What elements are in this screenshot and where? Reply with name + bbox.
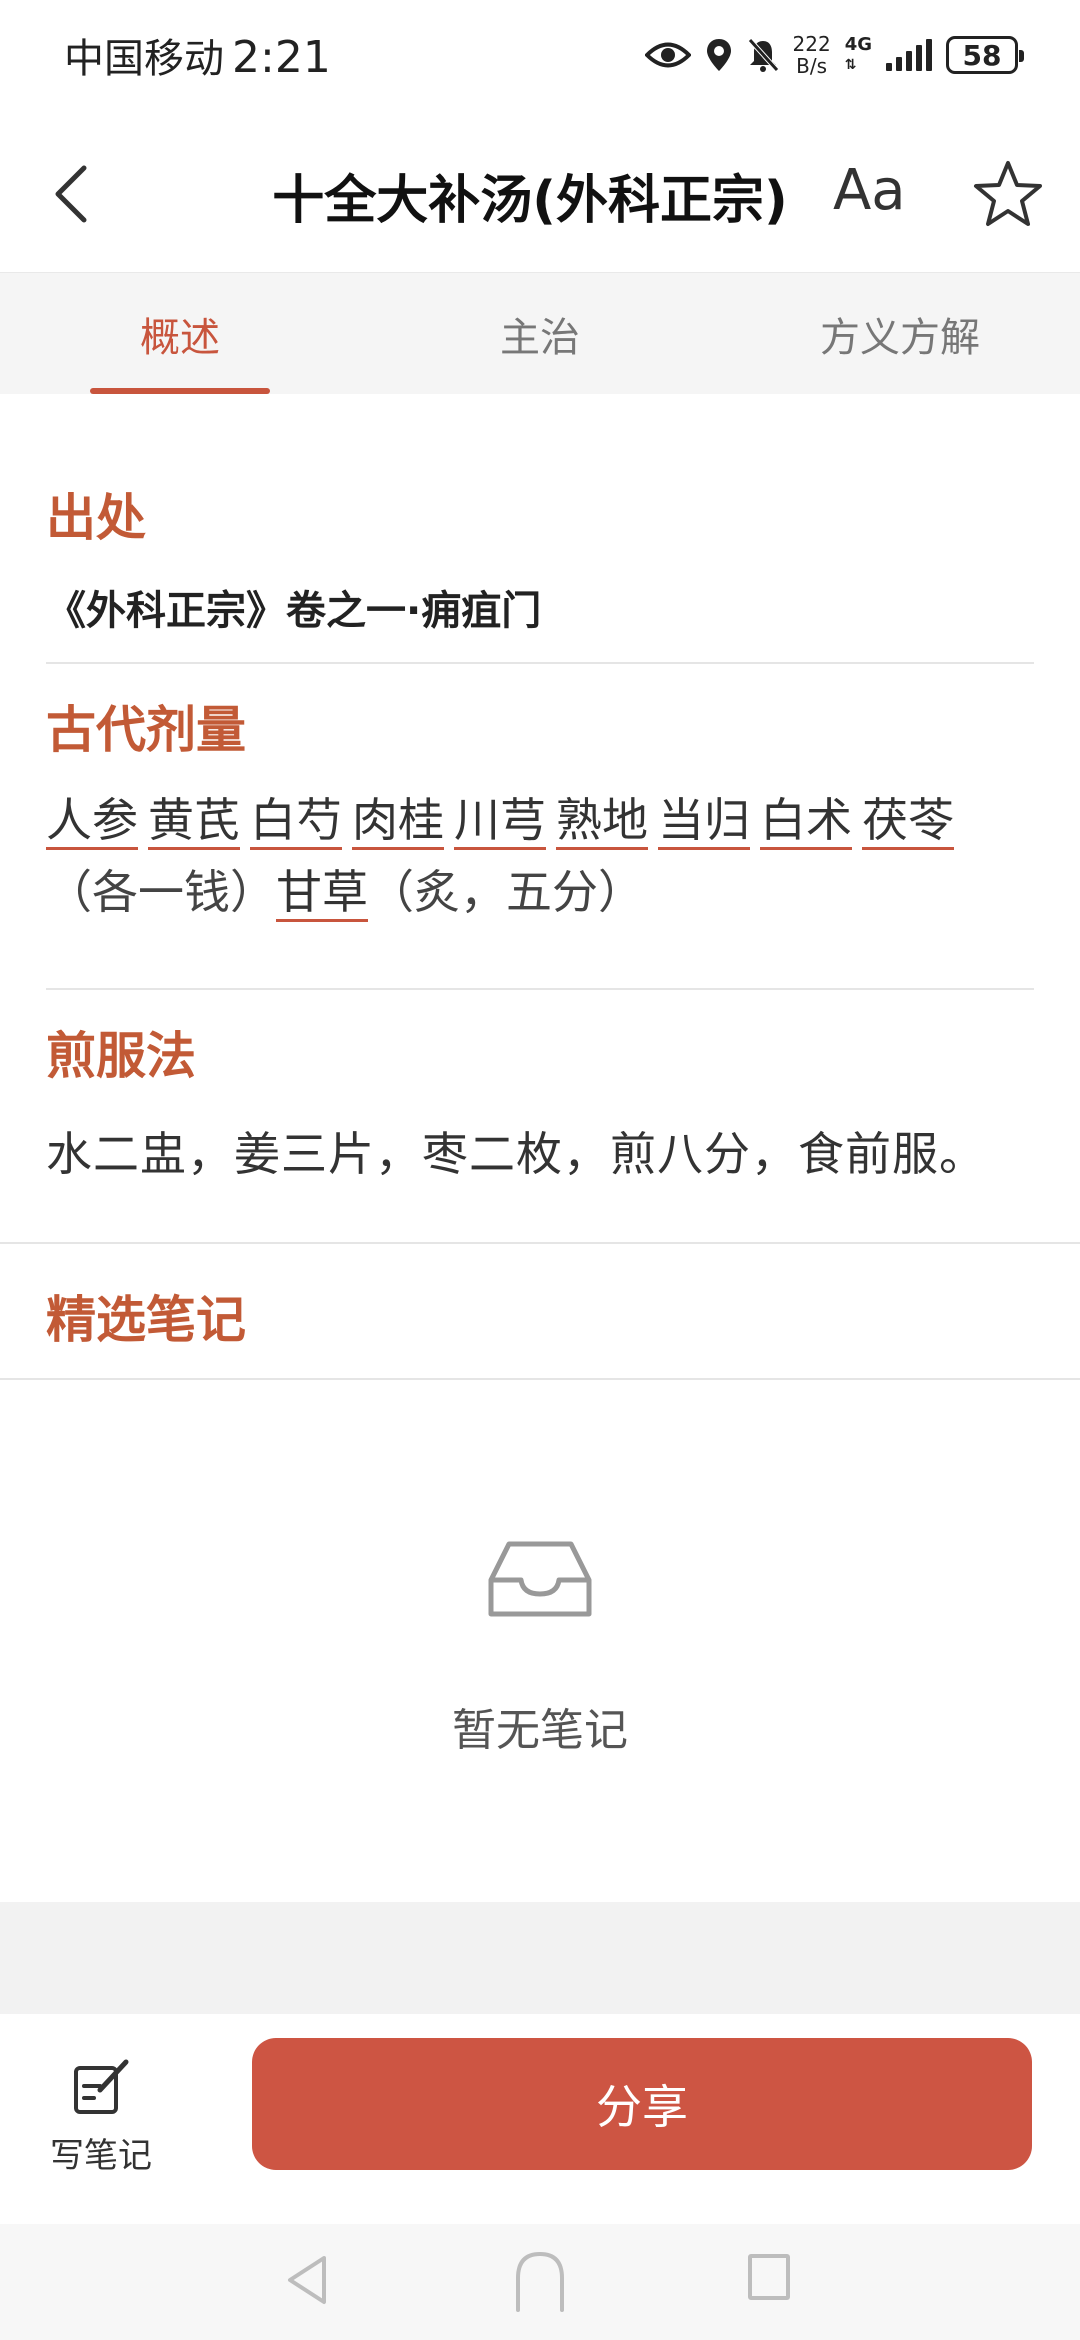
source-text: 《外科正宗》卷之一·痈疽门 xyxy=(46,588,542,634)
bottom-action-bar: 写笔记 分享 xyxy=(0,2014,1080,2224)
dosage-title: 古代剂量 xyxy=(46,701,246,759)
page-title: 十全大补汤(外科正宗) xyxy=(0,158,1080,233)
tab-formula-explanation[interactable]: 方义方解 xyxy=(720,273,1080,394)
data-arrows-icon: ⇅ xyxy=(844,57,857,73)
nav-recent-apps-icon[interactable] xyxy=(748,2254,790,2300)
method-section: 煎服法 水二盅，姜三片，枣二枚，煎八分，食前服。 xyxy=(46,1016,1034,1184)
empty-notes-text: 暂无笔记 xyxy=(452,1705,628,1756)
network-label: 4G xyxy=(844,34,872,55)
status-left: 中国移动 2:21 xyxy=(64,26,331,84)
location-icon xyxy=(706,39,731,71)
write-note-icon xyxy=(74,2059,129,2114)
net-speed-value: 222 xyxy=(792,32,831,56)
tab-overview[interactable]: 概述 xyxy=(0,273,360,394)
write-note-label: 写笔记 xyxy=(50,2136,152,2176)
spacer xyxy=(0,1902,1080,2014)
divider xyxy=(0,1242,1080,1244)
battery-icon: 58 xyxy=(946,36,1024,74)
share-button[interactable]: 分享 xyxy=(252,2038,1032,2170)
status-bar: 中国移动 2:21 222 B/s 4G ⇅ 58 xyxy=(0,0,1080,110)
carrier-name: 中国移动 xyxy=(64,36,224,82)
net-speed-unit: B/s xyxy=(796,54,828,78)
divider xyxy=(0,1378,1080,1380)
font-size-button[interactable]: Aa xyxy=(833,158,906,223)
dosage-note: （炙，五分） xyxy=(368,865,644,919)
herb-link[interactable]: 肉桂 xyxy=(352,793,444,850)
divider xyxy=(46,988,1034,990)
dosage-note: （各一钱） xyxy=(46,865,276,919)
favorite-star-icon[interactable] xyxy=(972,158,1044,230)
write-note-button[interactable]: 写笔记 xyxy=(46,2056,156,2177)
method-text: 水二盅，姜三片，枣二枚，煎八分，食前服。 xyxy=(46,1127,986,1181)
signal-icon xyxy=(886,39,932,71)
herb-link[interactable]: 茯苓 xyxy=(862,793,954,850)
herb-link[interactable]: 人参 xyxy=(46,793,138,850)
network-type: 4G ⇅ xyxy=(845,35,872,75)
herb-link[interactable]: 白芍 xyxy=(250,793,342,850)
herb-list: 人参 黄芪 白芍 肉桂 川芎 熟地 当归 白术 茯苓 （各一钱）甘草（炙，五分） xyxy=(46,784,1034,928)
herb-link[interactable]: 熟地 xyxy=(556,793,648,850)
notes-section: 精选笔记 xyxy=(46,1280,1034,1352)
mute-bell-icon xyxy=(747,38,779,72)
net-speed: 222 B/s xyxy=(793,33,831,77)
herb-link[interactable]: 川芎 xyxy=(454,793,546,850)
herb-link[interactable]: 甘草 xyxy=(276,865,368,922)
herb-link[interactable]: 当归 xyxy=(658,793,750,850)
tab-indications[interactable]: 主治 xyxy=(360,273,720,394)
divider xyxy=(46,662,1034,664)
status-right: 222 B/s 4G ⇅ 58 xyxy=(644,33,1024,77)
empty-inbox-icon xyxy=(488,1541,592,1617)
herb-link[interactable]: 黄芪 xyxy=(148,793,240,850)
clock: 2:21 xyxy=(232,32,331,83)
battery-level: 58 xyxy=(962,38,1002,72)
notes-title: 精选笔记 xyxy=(46,1291,246,1349)
eye-icon xyxy=(644,42,691,68)
dosage-section: 古代剂量 人参 黄芪 白芍 肉桂 川芎 熟地 当归 白术 茯苓 （各一钱）甘草（炙，五分） xyxy=(46,690,1034,928)
tab-bar: 概述 主治 方义方解 xyxy=(0,272,1080,394)
page-title-text: 十全大补汤(外科正宗) xyxy=(272,171,788,231)
herb-link[interactable]: 白术 xyxy=(760,793,852,850)
source-title: 出处 xyxy=(46,489,146,547)
nav-home-icon[interactable] xyxy=(512,2248,568,2314)
method-title: 煎服法 xyxy=(46,1027,196,1085)
source-section: 出处 《外科正宗》卷之一·痈疽门 xyxy=(46,478,1034,636)
app-header: 十全大补汤(外科正宗) Aa xyxy=(0,110,1080,272)
system-nav-bar xyxy=(0,2224,1080,2340)
nav-back-icon[interactable] xyxy=(284,2252,332,2308)
